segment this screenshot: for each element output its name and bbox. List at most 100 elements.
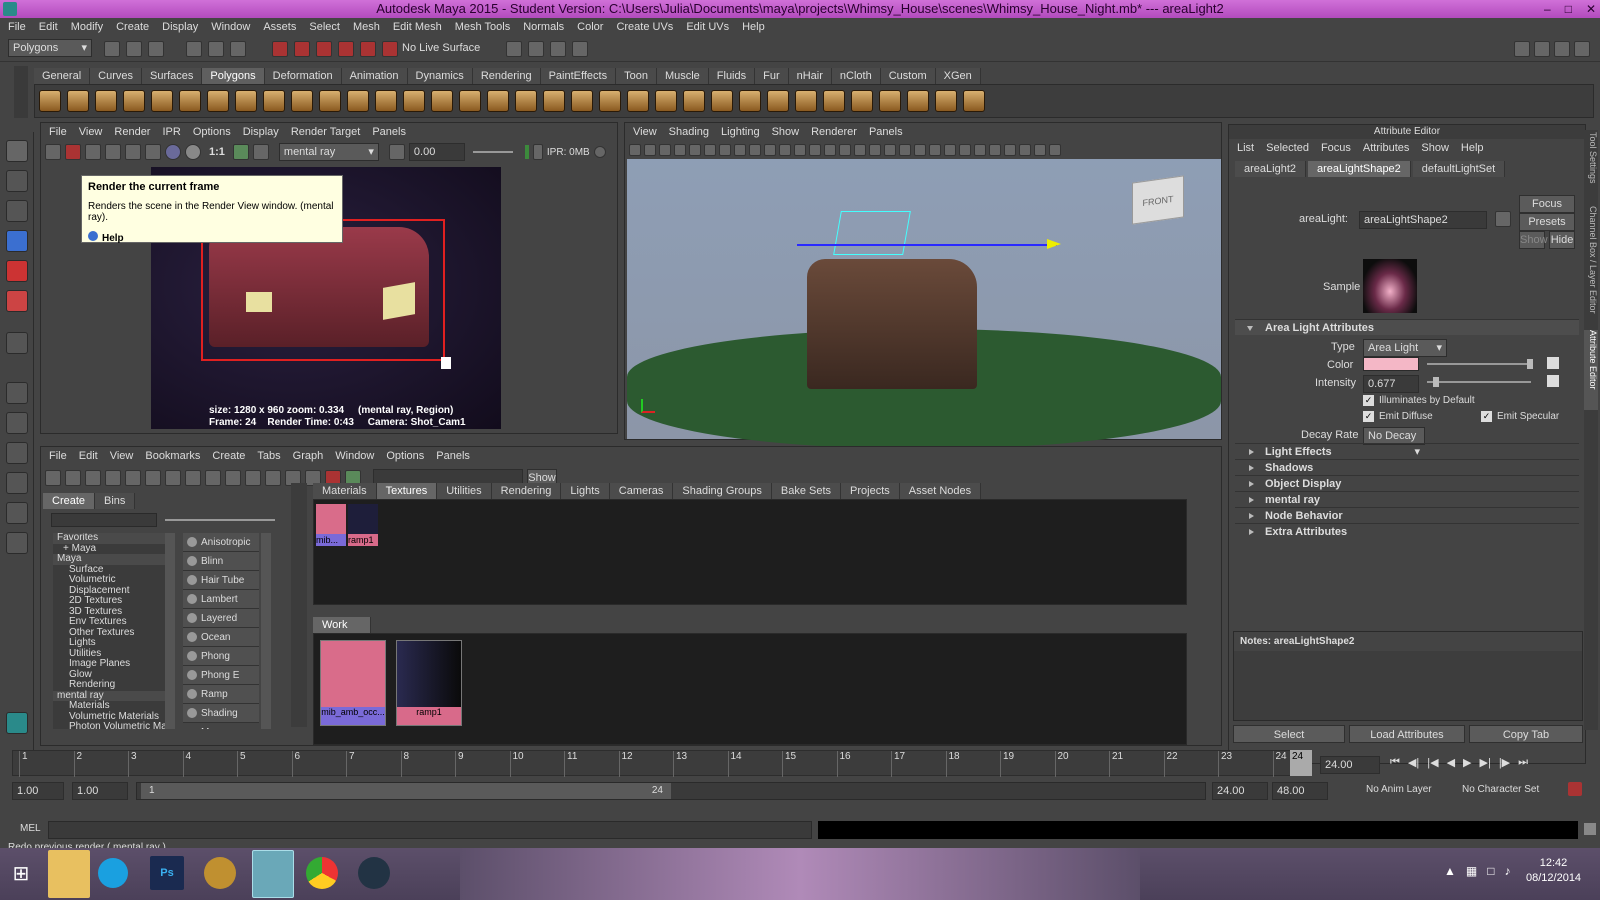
go-to-start-icon[interactable]: ⏮ [1390,756,1400,769]
signal-icon[interactable]: □ [1487,864,1494,878]
animation-start-field[interactable]: 1.00 [12,782,64,800]
four-view-layout-icon[interactable] [6,412,28,434]
shelf-transfer-icon[interactable] [963,90,985,112]
intensity-slider[interactable] [1427,381,1531,383]
viewport-grease-pencil-icon[interactable] [719,144,731,156]
tree-item-maya[interactable]: Maya [53,553,173,565]
viewport-viewport2-icon[interactable] [1049,144,1061,156]
shelf-tab-nhair[interactable]: nHair [788,68,832,84]
menu-display[interactable]: Display [162,18,198,36]
current-time-marker[interactable]: 24 [1290,750,1312,776]
viewport-gate-mask-icon[interactable] [779,144,791,156]
shelf-tab-curves[interactable]: Curves [90,68,142,84]
tree-item-favorites[interactable]: Favorites [53,533,173,544]
hypershade-tab-bake-sets[interactable]: Bake Sets [771,483,842,499]
rotate-tool-icon[interactable] [6,260,28,282]
shelf-cone-icon[interactable] [123,90,145,112]
move-manipulator-x[interactable] [797,244,1057,246]
viewport-menu-lighting[interactable]: Lighting [721,123,760,141]
intensity-slider-handle[interactable] [1433,377,1439,387]
modeling-toolkit-icon[interactable] [1514,41,1530,57]
hide-attr-button[interactable]: Hide [1549,231,1575,249]
shelf-append-polygon-icon[interactable] [655,90,677,112]
select-by-component-icon[interactable] [230,41,246,57]
command-input[interactable] [48,821,812,839]
viewcube[interactable]: FRONT [1132,175,1184,225]
shader-phong-e[interactable]: Phong E [183,666,259,685]
shader-ramp-shader[interactable]: Ramp Shader [183,685,259,719]
viewport-resolution-gate-icon[interactable] [764,144,776,156]
open-scene-icon[interactable] [126,41,142,57]
shelf-fill-hole-icon[interactable] [627,90,649,112]
ae-section-object-display[interactable]: Object Display [1235,475,1579,491]
close-button[interactable]: ✕ [1586,0,1596,18]
hypershade-menu-graph[interactable]: Graph [293,447,324,465]
menu-create-uvs[interactable]: Create UVs [616,18,673,36]
clock[interactable]: 12:42 08/12/2014 [1526,856,1581,886]
exposure-reset-icon[interactable] [388,144,405,160]
display-alpha-icon[interactable] [165,144,181,160]
command-language-label[interactable]: MEL [20,823,41,834]
render-view-menu-render-target[interactable]: Render Target [291,123,361,141]
show-top-tabs-icon[interactable] [65,470,81,486]
viewport-ssao-icon[interactable] [914,144,926,156]
render-settings-icon[interactable] [572,41,588,57]
menu-set-dropdown[interactable]: Polygons ▾ [8,39,92,57]
exposure-field[interactable]: 0.00 [408,143,465,161]
snap-view-plane-icon[interactable] [338,41,354,57]
anim-layer-dropdown[interactable]: No Anim Layer [1366,784,1432,795]
viewport-menu-panels[interactable]: Panels [869,123,903,141]
menu-assets[interactable]: Assets [263,18,296,36]
area-light-attributes-section[interactable]: Area Light Attributes [1235,319,1579,335]
step-forward-key-icon[interactable]: ▶| [1480,756,1491,769]
shelf-split-polygon-icon[interactable] [683,90,705,112]
new-scene-icon[interactable] [104,41,120,57]
shelf-tab-rendering[interactable]: Rendering [472,68,541,84]
ae-tab-arealight2[interactable]: areaLight2 [1235,161,1306,177]
color-map-icon[interactable] [1547,357,1559,369]
menu-create[interactable]: Create [116,18,149,36]
presets-button[interactable]: Presets [1519,213,1575,231]
make-live-icon[interactable] [360,41,376,57]
shader-list-scrollbar[interactable] [261,533,271,729]
tree-item-rendering[interactable]: Rendering [53,679,173,691]
graph-layout-icon[interactable] [6,472,28,494]
shelf-platonic-icon[interactable] [347,90,369,112]
shelf-tab-ncloth[interactable]: nCloth [831,68,881,84]
show-both-tabs-icon[interactable] [105,470,121,486]
textures-scrollbar[interactable] [1187,499,1199,605]
tab-create[interactable]: Create [43,493,96,509]
render-view-icon[interactable] [506,41,522,57]
shelf-uv-editor-icon[interactable] [851,90,873,112]
render-current-frame-icon[interactable] [528,41,544,57]
viewport-select-camera-icon[interactable] [629,144,641,156]
menu-color[interactable]: Color [577,18,603,36]
manipulator-arrow-icon[interactable] [1047,239,1061,249]
viewport-isolate-select-icon[interactable] [974,144,986,156]
ae-menu-help[interactable]: Help [1461,139,1484,157]
menu-edit[interactable]: Edit [39,18,58,36]
pause-ipr-icon[interactable] [532,144,543,160]
file-explorer-icon[interactable] [48,850,90,898]
keep-image-icon[interactable] [232,144,249,160]
intensity-map-icon[interactable] [1547,375,1559,387]
ae-menu-selected[interactable]: Selected [1266,139,1309,157]
select-button[interactable]: Select [1233,725,1345,743]
render-view-menu-options[interactable]: Options [193,123,231,141]
go-to-end-icon[interactable]: ⏭ [1518,756,1528,769]
shelf-booleans-icon[interactable] [459,90,481,112]
tree-item-photon-volumetric-ma[interactable]: Photon Volumetric Ma... [53,721,173,729]
menu-select[interactable]: Select [309,18,340,36]
hypershade-layout-icon[interactable] [6,502,28,524]
intensity-field[interactable]: 0.677 [1363,375,1419,393]
menu-modify[interactable]: Modify [71,18,103,36]
hypershade-menu-edit[interactable]: Edit [79,447,98,465]
graph-materials-icon[interactable] [125,470,141,486]
shelf-combine-icon[interactable] [375,90,397,112]
shelf-tab-xgen[interactable]: XGen [935,68,981,84]
renderer-dropdown[interactable]: mental ray ▾ [278,143,379,161]
graph-downstream-icon[interactable] [165,470,181,486]
real-size-button[interactable]: 1:1 [209,146,225,158]
range-slider-handle[interactable]: 1 24 [141,783,671,799]
menu-normals[interactable]: Normals [523,18,564,36]
